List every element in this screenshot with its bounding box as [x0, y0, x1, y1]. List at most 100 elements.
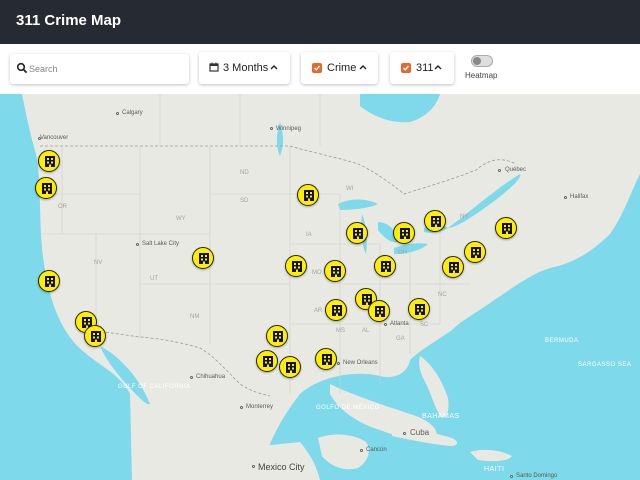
incident-marker[interactable]	[266, 325, 288, 347]
city-label: Vancouver	[40, 135, 69, 141]
incident-marker[interactable]	[297, 184, 319, 206]
chevron-up-icon	[270, 65, 278, 70]
state-label: UT	[150, 276, 158, 282]
crime-checkbox[interactable]	[312, 63, 322, 73]
search-input[interactable]	[29, 59, 179, 79]
date-range-dropdown[interactable]: 3 Months	[199, 52, 290, 84]
region-label: GULF OF CALIFORNIA	[118, 384, 191, 390]
chevron-up-icon	[434, 65, 442, 70]
incident-marker[interactable]	[84, 325, 106, 347]
incident-marker[interactable]	[35, 177, 57, 199]
city-label: New Orleans	[343, 360, 378, 366]
building-icon	[286, 362, 296, 373]
city-label: Winnipeg	[276, 126, 302, 132]
calendar-icon	[209, 62, 219, 72]
city-dot	[498, 169, 501, 172]
building-icon	[199, 253, 209, 264]
incident-marker[interactable]	[464, 241, 486, 263]
incident-marker[interactable]	[315, 348, 337, 370]
city-label: Cuba	[410, 428, 430, 437]
city-label: Mexico City	[258, 462, 305, 472]
incident-marker[interactable]	[408, 298, 430, 320]
building-icon	[449, 262, 459, 273]
search-box[interactable]	[10, 54, 189, 84]
state-label: OR	[58, 204, 67, 210]
city-label: Chihuahua	[196, 374, 226, 380]
building-icon	[332, 305, 342, 316]
state-label: NY	[460, 214, 469, 220]
incident-marker[interactable]	[325, 299, 347, 321]
region-label: BAHAMAS	[422, 413, 460, 420]
state-label: WY	[176, 216, 186, 222]
state-label: SD	[240, 198, 249, 204]
app-title: 311 Crime Map	[16, 12, 122, 29]
building-icon	[431, 216, 441, 227]
city-label: Halifax	[570, 194, 589, 200]
date-range-label: 3 Months	[223, 62, 269, 74]
city-dot	[270, 127, 273, 130]
incident-marker[interactable]	[256, 350, 278, 372]
heatmap-toggle[interactable]	[471, 55, 493, 67]
state-label: GA	[396, 336, 405, 342]
city-dot	[384, 323, 387, 326]
building-icon	[322, 354, 332, 365]
map-basemap	[0, 94, 640, 480]
building-icon	[273, 331, 283, 342]
check-icon	[403, 65, 410, 71]
app-bar: 311 Crime Map	[0, 0, 640, 44]
state-label: NM	[190, 314, 200, 320]
city-label: Atlanta	[390, 321, 409, 327]
incident-marker[interactable]	[368, 300, 390, 322]
city-dot	[337, 362, 340, 365]
incident-marker[interactable]	[285, 255, 307, 277]
toolbar: 3 Months Crime 311 Heatmap	[0, 44, 640, 94]
state-label: NC	[438, 292, 447, 298]
toggle-knob	[473, 57, 481, 65]
city-dot	[190, 376, 193, 379]
city-label: Salt Lake City	[142, 241, 180, 247]
city-label: Calgary	[122, 110, 143, 116]
incident-marker[interactable]	[424, 210, 446, 232]
region-label: HAITI	[484, 466, 505, 473]
building-icon	[400, 228, 410, 239]
city-dot	[252, 465, 255, 468]
filter-311-dropdown[interactable]: 311	[390, 52, 454, 84]
state-label: SC	[420, 322, 429, 328]
city-label: Monterrey	[246, 404, 274, 410]
city-dot	[240, 406, 243, 409]
state-label: AL	[362, 328, 370, 334]
incident-marker[interactable]	[38, 150, 60, 172]
building-icon	[42, 183, 52, 194]
state-label: ND	[240, 170, 249, 176]
incident-marker[interactable]	[279, 356, 301, 378]
state-label: AR	[314, 308, 323, 314]
check-icon	[314, 65, 321, 71]
incident-marker[interactable]	[346, 222, 368, 244]
building-icon	[375, 306, 385, 317]
filter-311-checkbox[interactable]	[401, 63, 411, 73]
chevron-up-icon	[359, 65, 367, 70]
region-label: GOLFO DE MÉXICO	[316, 405, 380, 411]
map-canvas[interactable]: Calgary Vancouver Winnipeg Québec Halifa…	[0, 94, 640, 480]
building-icon	[415, 304, 425, 315]
building-icon	[471, 247, 481, 258]
incident-marker[interactable]	[324, 260, 346, 282]
city-dot	[360, 449, 363, 452]
incident-marker[interactable]	[38, 270, 60, 292]
incident-marker[interactable]	[442, 256, 464, 278]
incident-marker[interactable]	[192, 247, 214, 269]
city-dot	[403, 432, 406, 435]
state-label: NV	[94, 260, 103, 266]
crime-filter-dropdown[interactable]: Crime	[301, 52, 378, 84]
city-dot	[136, 243, 139, 246]
building-icon	[45, 156, 55, 167]
state-label: MS	[336, 328, 345, 334]
city-label: Québec	[505, 167, 527, 173]
filter-311-label: 311	[416, 62, 434, 74]
incident-marker[interactable]	[393, 222, 415, 244]
building-icon	[381, 261, 391, 272]
incident-marker[interactable]	[374, 255, 396, 277]
building-icon	[502, 223, 512, 234]
state-label: OH	[398, 250, 407, 256]
incident-marker[interactable]	[495, 217, 517, 239]
